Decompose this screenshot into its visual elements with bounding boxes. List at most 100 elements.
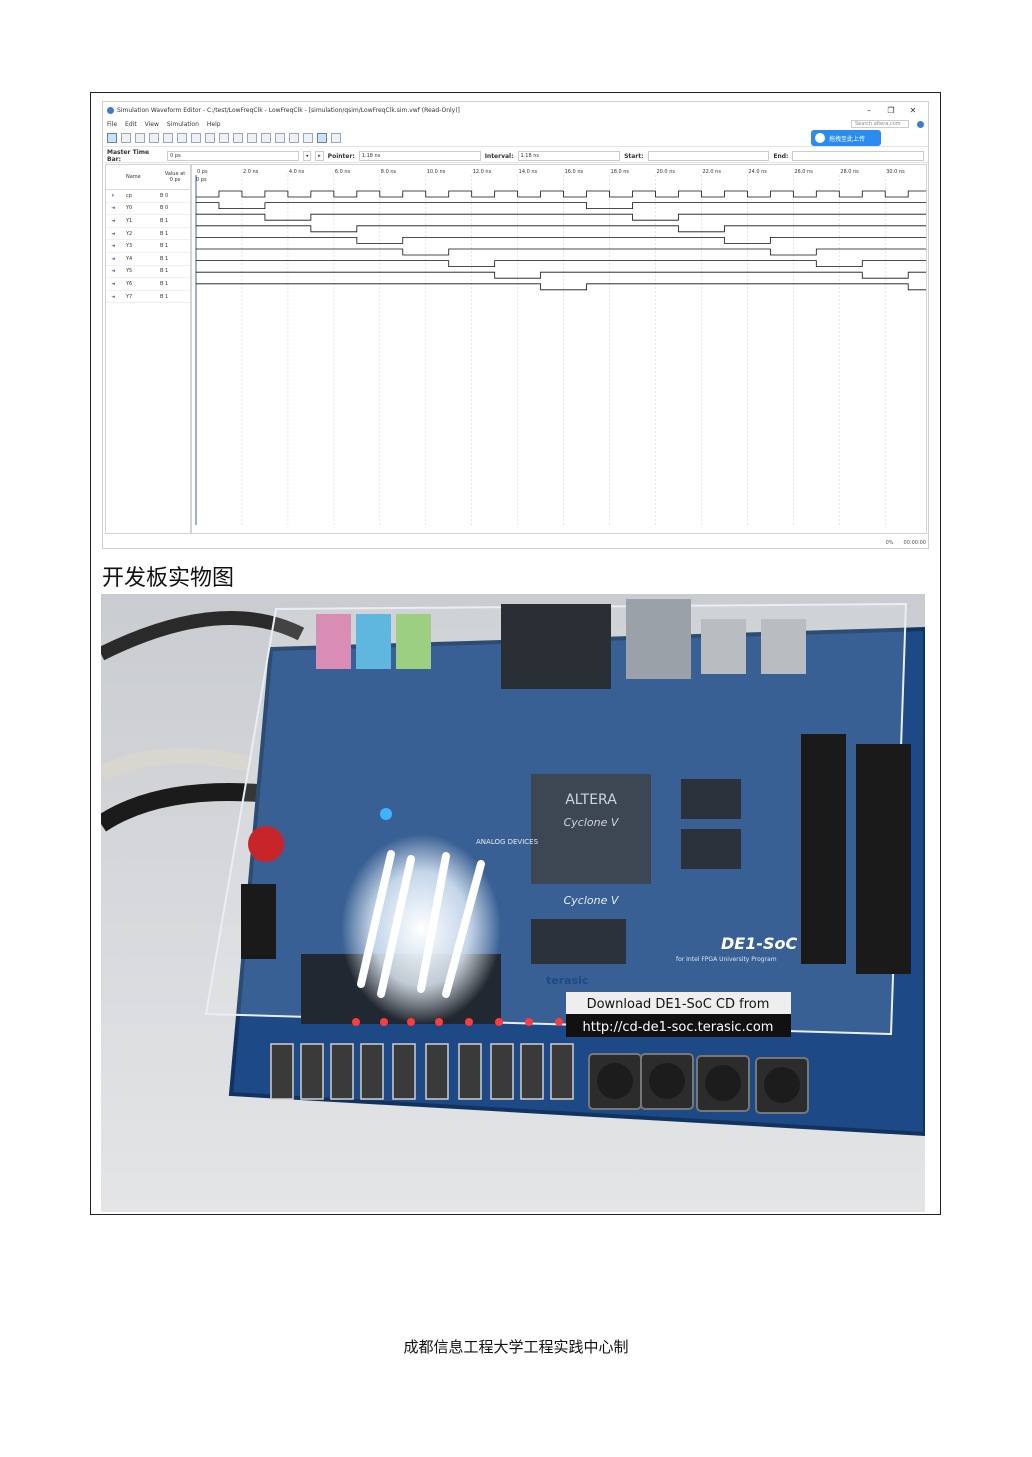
waveform-area[interactable]: 0 ps 2.0 ns 4.0 ns 6.0 ns 8.0 ns 10.0 ns 12.0 … xyxy=(191,164,927,534)
text-tool-button[interactable] xyxy=(163,133,173,143)
maximize-button[interactable]: ❐ xyxy=(880,106,902,115)
search-input[interactable]: Search altera.com xyxy=(851,120,909,128)
zoom-out-button[interactable] xyxy=(135,133,145,143)
waveform-trace xyxy=(196,248,926,256)
value-column-header: Value at 0 ps xyxy=(164,171,186,183)
time-tick-label: 0 ps xyxy=(197,169,208,175)
waveform-trace xyxy=(196,225,926,233)
board-chip-label: Cyclone V xyxy=(564,894,620,907)
window-title: Simulation Waveform Editor - C:/test/Low… xyxy=(117,106,460,114)
arbitrary-value-button[interactable] xyxy=(275,133,285,143)
interval-label: Interval: xyxy=(484,152,514,160)
zoom-tool-button[interactable] xyxy=(121,133,131,143)
menu-edit[interactable]: Edit xyxy=(125,121,137,128)
prev-transition-button[interactable]: ◂ xyxy=(302,151,312,161)
board-photo: ALTERA Cyclone V Cyclone V DE1-SoC for I… xyxy=(101,594,925,1212)
select-tool-button[interactable] xyxy=(107,133,117,143)
pointer-label: Pointer: xyxy=(327,152,355,160)
signal-value: B 0 xyxy=(160,192,169,199)
force-low-button[interactable] xyxy=(177,133,187,143)
timing-sim-button[interactable] xyxy=(317,133,327,143)
waveform-trace xyxy=(196,237,926,244)
signal-value: B 1 xyxy=(160,280,169,287)
time-tick-label: 30.0 ns xyxy=(886,169,905,175)
time-bar: Master Time Bar: 0 ps ◂ ▸ Pointer: 1.18 … xyxy=(103,149,928,163)
time-tick-label: 16.0 ns xyxy=(565,169,584,175)
count-value-button[interactable] xyxy=(247,133,257,143)
start-label: Start: xyxy=(624,152,644,160)
random-value-button[interactable] xyxy=(289,133,299,143)
signal-name: Y2 xyxy=(126,230,133,237)
interval-field: 1.18 ns xyxy=(517,151,621,161)
signal-value: B 1 xyxy=(160,293,169,300)
signal-value: B 1 xyxy=(160,217,169,224)
chip-brand: ALTERA xyxy=(565,792,617,808)
time-tick-label: 10.0 ns xyxy=(427,169,446,175)
waveform-editor-window: Simulation Waveform Editor - C:/test/Low… xyxy=(102,101,929,549)
minimize-button[interactable]: – xyxy=(858,106,880,115)
cloud-upload-label: 拖拽至此上传 xyxy=(829,135,866,143)
menu-bar: File Edit View Simulation Help Search al… xyxy=(103,118,928,130)
functional-sim-button[interactable] xyxy=(303,133,313,143)
download-label-line2: http://cd-de1-soc.terasic.com xyxy=(583,1020,774,1035)
progress-percent: 0% xyxy=(885,540,894,546)
signal-row[interactable]: ◄ Y5 B 1 xyxy=(106,266,190,279)
signal-row[interactable]: ◄ Y0 B 0 xyxy=(106,203,190,216)
signal-value: B 1 xyxy=(160,243,169,250)
waveform-trace xyxy=(196,271,926,279)
time-tick-label: 22.0 ns xyxy=(702,169,721,175)
force-z-button[interactable] xyxy=(219,133,229,143)
menu-help[interactable]: Help xyxy=(207,121,221,128)
input-pin-icon: ⏵ xyxy=(111,192,115,199)
elapsed-time: 00:00:00 xyxy=(903,540,926,546)
signal-value: B 1 xyxy=(160,230,169,237)
signal-name: cp xyxy=(126,192,132,199)
signal-row[interactable]: ◄ Y7 B 1 xyxy=(106,291,190,304)
master-time-bar-field[interactable]: 0 ps xyxy=(167,151,299,161)
menu-view[interactable]: View xyxy=(145,121,159,128)
photo-caption: 开发板实物图 xyxy=(102,566,235,591)
time-tick-label: 24.0 ns xyxy=(748,169,767,175)
signal-row[interactable]: ◄ Y6 B 1 xyxy=(106,278,190,291)
signal-value: B 0 xyxy=(160,205,169,212)
signal-row[interactable]: ◄ Y3 B 1 xyxy=(106,240,190,253)
download-label-line1: Download DE1-SoC CD from xyxy=(587,997,770,1012)
status-bar: 0% 00:00:00 xyxy=(886,540,926,546)
end-field xyxy=(792,151,924,161)
time-tick-label: 12.0 ns xyxy=(473,169,492,175)
signal-row[interactable]: ⏵ cp B 0 xyxy=(106,190,190,203)
clock-button[interactable] xyxy=(261,133,271,143)
force-high-button[interactable] xyxy=(191,133,201,143)
output-pin-icon: ◄ xyxy=(111,255,115,262)
signal-name: Y7 xyxy=(126,293,133,300)
pointer-field: 1.18 ns xyxy=(358,151,481,161)
signal-row[interactable]: ◄ Y2 B 1 xyxy=(106,228,190,241)
signal-value: B 1 xyxy=(160,268,169,275)
output-pin-icon: ◄ xyxy=(111,280,115,287)
cloud-upload-button[interactable]: 拖拽至此上传 xyxy=(811,130,881,146)
app-icon xyxy=(107,106,114,114)
netlist-sim-button[interactable] xyxy=(331,133,341,143)
cursor-time-label: 0 ps xyxy=(196,177,207,183)
close-button[interactable]: ✕ xyxy=(902,106,924,115)
signal-name: Y1 xyxy=(126,217,133,224)
name-column-header: Name xyxy=(126,174,141,180)
signal-name: Y6 xyxy=(126,280,133,287)
vendor-label: terasic xyxy=(546,974,588,987)
time-tick-label: 6.0 ns xyxy=(335,169,351,175)
menu-simulation[interactable]: Simulation xyxy=(167,121,199,128)
zoom-in-button[interactable] xyxy=(149,133,159,143)
time-tick-label: 28.0 ns xyxy=(840,169,859,175)
menu-file[interactable]: File xyxy=(107,121,117,128)
signal-row[interactable]: ◄ Y4 B 1 xyxy=(106,253,190,266)
output-pin-icon: ◄ xyxy=(111,217,115,224)
board-name: DE1-SoC xyxy=(721,934,798,953)
title-bar: Simulation Waveform Editor - C:/test/Low… xyxy=(103,102,928,118)
signal-row[interactable]: ◄ Y1 B 1 xyxy=(106,215,190,228)
next-transition-button[interactable]: ▸ xyxy=(315,151,324,161)
invert-button[interactable] xyxy=(233,133,243,143)
force-x-button[interactable] xyxy=(205,133,215,143)
waveform-trace xyxy=(196,283,926,291)
globe-icon[interactable] xyxy=(917,120,924,128)
toolbar xyxy=(103,130,928,147)
